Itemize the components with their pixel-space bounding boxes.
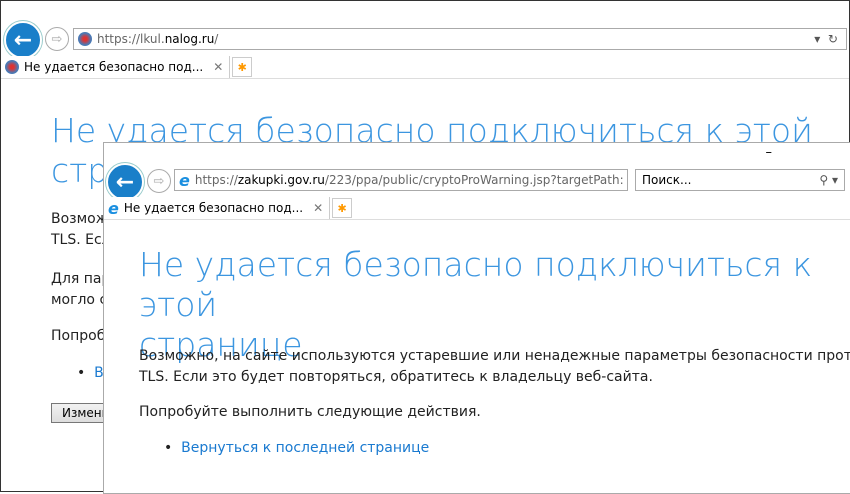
text: Для пар [51,271,111,287]
title-line1: Не удается безопасно подключиться к этой [139,245,813,324]
search-box[interactable]: Поиск... ⚲ ▾ [635,169,845,191]
tab-active[interactable]: Не удается безопасно под... ✕ [1,56,231,78]
browser-window-front: – ← ⇨ e https://zakupki.gov.ru/223/ppa/p… [103,142,850,494]
url-domain: zakupki.gov.ru [237,173,325,187]
close-tab-icon[interactable]: ✕ [313,201,323,215]
ie-favicon-icon: e [179,170,190,190]
paragraph-2: Попробуйте выполнить следующие действия. [139,404,481,420]
tab-title: Не удается безопасно под... [123,201,304,215]
url-prefix: https:// [194,173,238,187]
paragraph-1: Возмож TLS. Есл [51,209,111,251]
url-domain: nalog.ru [164,32,215,46]
text: TLS. Есл [51,232,111,248]
back-button[interactable]: ← [106,163,144,201]
nalog-favicon-icon [78,32,92,46]
new-tab-button[interactable]: ✱ [332,198,353,218]
text: TLS. Если это будет повторяться, обратит… [139,369,653,385]
link-item: • Вернуться к последней странице [164,440,430,456]
forward-button[interactable]: ⇨ [147,169,171,193]
dropdown-and-refresh-icon[interactable]: ▾ ↻ [814,32,838,46]
search-placeholder: Поиск... [642,173,692,187]
minimize-button[interactable]: – [766,145,773,160]
url-suffix: / [214,32,219,46]
paragraph-1: Возможно, на сайте используются устаревш… [139,346,850,388]
paragraph-3: Попроб [51,328,106,344]
tab-bar: Не удается безопасно под... ✕ ✱ [1,56,849,79]
search-icon[interactable]: ⚲ ▾ [819,173,838,187]
new-tab-button[interactable]: ✱ [232,57,253,77]
text: Возмож [51,211,109,227]
tab-active[interactable]: e Не удается безопасно под... ✕ [104,197,331,219]
tab-bar: e Не удается безопасно под... ✕ ✱ [104,197,850,220]
text: могло с [51,292,108,308]
close-tab-icon[interactable]: ✕ [213,60,223,74]
url-prefix: https://lkul. [97,32,165,46]
tab-title: Не удается безопасно под... [24,60,204,74]
dropdown-and-refresh-icon[interactable]: ▾ ↻ [623,173,627,187]
return-to-last-page-link[interactable]: Вернуться к последней странице [181,440,429,456]
text: Возможно, на сайте используются устаревш… [139,348,850,364]
ie-favicon-icon: e [108,198,119,218]
back-button[interactable]: ← [4,21,42,59]
forward-button[interactable]: ⇨ [45,27,69,51]
paragraph-2: Для пар могло с [51,269,110,311]
nalog-favicon-icon [5,60,19,74]
address-bar[interactable]: e https://zakupki.gov.ru/223/ppa/public/… [174,169,628,191]
url-suffix: /223/ppa/public/cryptoProWarning.jsp?tar… [324,173,624,187]
address-bar[interactable]: https://lkul. nalog.ru / ▾ ↻ [73,28,847,50]
